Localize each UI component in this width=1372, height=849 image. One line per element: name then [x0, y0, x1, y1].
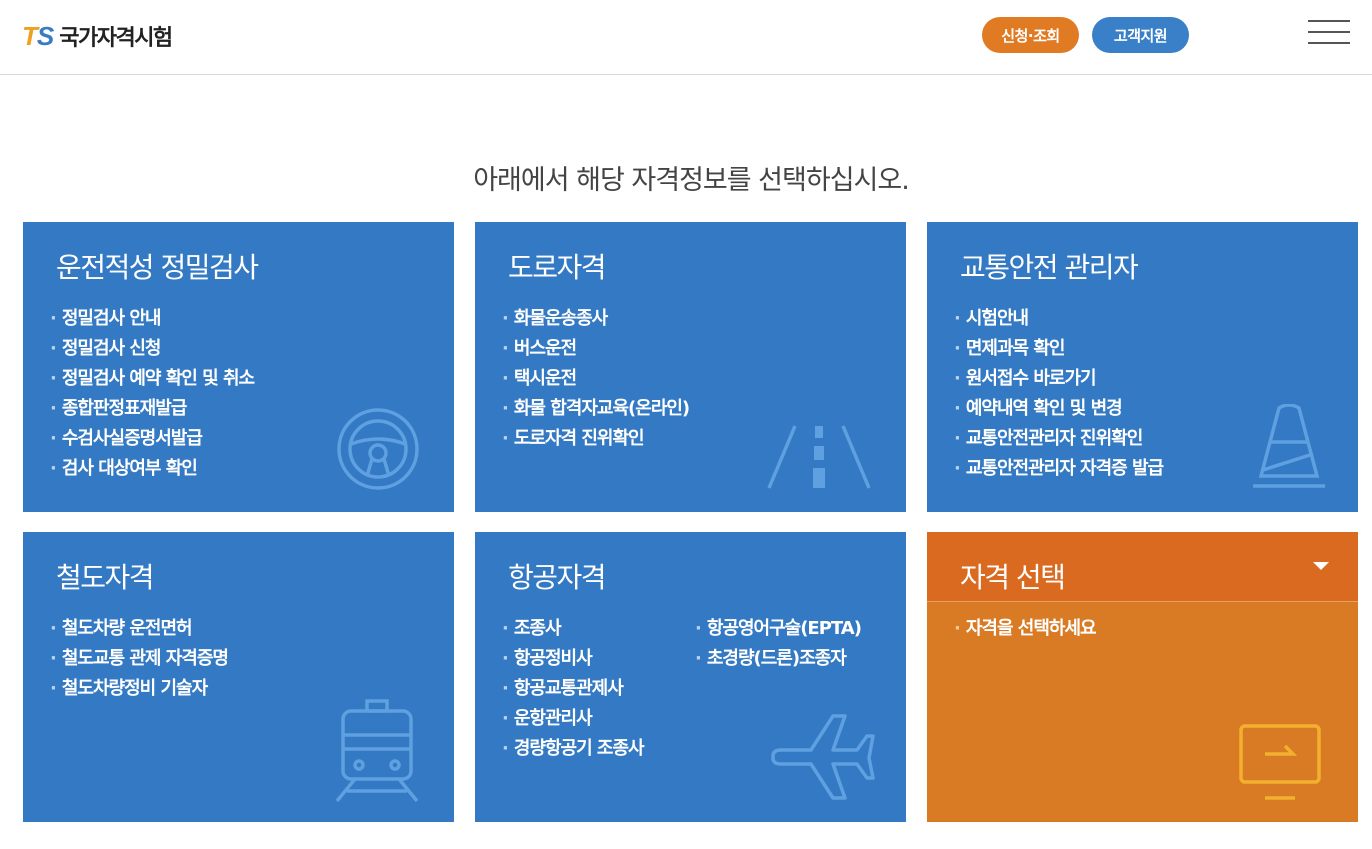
card-link-list-right: 항공영어구술(EPTA) 초경량(드론)조종자: [695, 614, 862, 674]
monitor-icon: [1239, 724, 1321, 800]
list-item[interactable]: 철도교통 관제 자격증명: [50, 644, 229, 674]
list-item[interactable]: 자격을 선택하세요: [954, 614, 1097, 644]
customer-support-button[interactable]: 고객지원: [1092, 17, 1189, 53]
menu-icon[interactable]: [1308, 18, 1354, 48]
card-qualification-select: 자격 선택 자격을 선택하세요: [927, 532, 1358, 822]
list-item[interactable]: 종합판정표재발급: [50, 394, 254, 424]
road-icon: [767, 425, 871, 489]
list-item[interactable]: 운항관리사: [502, 704, 644, 734]
list-item[interactable]: 정밀검사 안내: [50, 304, 254, 334]
card-aviation-qualification: 항공자격 조종사 항공정비사 항공교통관제사 운항관리사 경량항공기 조종사 항…: [475, 532, 906, 822]
list-item[interactable]: 예약내역 확인 및 변경: [954, 394, 1163, 424]
train-icon: [335, 699, 419, 803]
list-item[interactable]: 택시운전: [502, 364, 689, 394]
list-item[interactable]: 정밀검사 신청: [50, 334, 254, 364]
list-item[interactable]: 화물운송종사: [502, 304, 689, 334]
card-title[interactable]: 도로자격: [508, 246, 607, 286]
select-title: 자격 선택: [960, 561, 1066, 594]
qualification-select-dropdown[interactable]: 자격 선택: [927, 532, 1358, 602]
list-item[interactable]: 교통안전관리자 진위확인: [954, 424, 1163, 454]
list-item[interactable]: 항공교통관제사: [502, 674, 644, 704]
card-driving-aptitude: 운전적성 정밀검사 정밀검사 안내 정밀검사 신청 정밀검사 예약 확인 및 취…: [23, 222, 454, 512]
list-item[interactable]: 화물 합격자교육(온라인): [502, 394, 690, 424]
card-road-qualification: 도로자격 화물운송종사 버스운전 택시운전 화물 합격자교육(온라인) 도로자격…: [475, 222, 906, 512]
traffic-cone-icon: [1253, 404, 1325, 488]
list-item[interactable]: 철도차량정비 기술자: [50, 674, 228, 704]
card-title[interactable]: 항공자격: [508, 556, 607, 596]
steering-wheel-icon: [337, 408, 419, 490]
ts-logo-mark: TS: [22, 21, 54, 51]
card-link-list: 정밀검사 안내 정밀검사 신청 정밀검사 예약 확인 및 취소 종합판정표재발급…: [50, 304, 255, 484]
card-railway-qualification: 철도자격 철도차량 운전면허 철도교통 관제 자격증명 철도차량정비 기술자: [23, 532, 454, 822]
list-item[interactable]: 교통안전관리자 자격증 발급: [954, 454, 1164, 484]
apply-inquiry-button[interactable]: 신청·조회: [982, 17, 1079, 53]
card-link-list: 자격을 선택하세요: [954, 614, 1097, 644]
airplane-icon: [771, 714, 875, 800]
list-item[interactable]: 버스운전: [502, 334, 689, 364]
list-item[interactable]: 수검사실증명서발급: [50, 424, 254, 454]
list-item[interactable]: 정밀검사 예약 확인 및 취소: [50, 364, 255, 394]
card-title[interactable]: 교통안전 관리자: [960, 246, 1139, 286]
list-item[interactable]: 초경량(드론)조종자: [695, 644, 861, 674]
logo-text: 국가자격시험: [59, 26, 173, 51]
site-logo[interactable]: TS 국가자격시험: [22, 20, 173, 52]
card-title[interactable]: 철도자격: [56, 556, 155, 596]
list-item[interactable]: 도로자격 진위확인: [502, 424, 689, 454]
list-item[interactable]: 경량항공기 조종사: [502, 734, 645, 764]
site-header: TS 국가자격시험 신청·조회 고객지원: [0, 0, 1372, 75]
list-item[interactable]: 철도차량 운전면허: [50, 614, 228, 644]
chevron-down-icon: [1313, 562, 1329, 570]
list-item[interactable]: 검사 대상여부 확인: [50, 454, 254, 484]
card-link-list: 철도차량 운전면허 철도교통 관제 자격증명 철도차량정비 기술자: [50, 614, 229, 704]
list-item[interactable]: 항공영어구술(EPTA): [695, 614, 862, 644]
card-link-list-left: 조종사 항공정비사 항공교통관제사 운항관리사 경량항공기 조종사: [502, 614, 645, 764]
list-item[interactable]: 조종사: [502, 614, 644, 644]
list-item[interactable]: 원서접수 바로가기: [954, 364, 1163, 394]
list-item[interactable]: 면제과목 확인: [954, 334, 1163, 364]
card-link-list: 화물운송종사 버스운전 택시운전 화물 합격자교육(온라인) 도로자격 진위확인: [502, 304, 690, 454]
page-intro-text: 아래에서 해당 자격정보를 선택하십시오.: [473, 165, 910, 196]
card-title[interactable]: 운전적성 정밀검사: [56, 246, 259, 286]
card-traffic-safety-manager: 교통안전 관리자 시험안내 면제과목 확인 원서접수 바로가기 예약내역 확인 …: [927, 222, 1358, 512]
card-link-list: 시험안내 면제과목 확인 원서접수 바로가기 예약내역 확인 및 변경 교통안전…: [954, 304, 1164, 484]
list-item[interactable]: 항공정비사: [502, 644, 644, 674]
list-item[interactable]: 시험안내: [954, 304, 1163, 334]
